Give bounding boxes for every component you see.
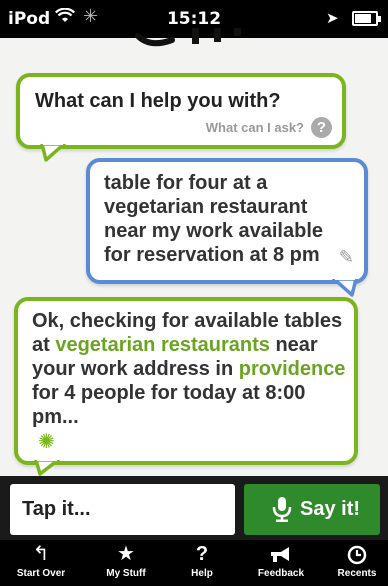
- star-icon: ★: [117, 543, 135, 565]
- highlight-location: providence: [238, 358, 346, 380]
- microphone-icon: [272, 497, 292, 522]
- tab-label: Recents: [337, 568, 377, 579]
- tab-recents[interactable]: Recents: [322, 540, 388, 586]
- user-query-bubble[interactable]: table for four at a vegetarian restauran…: [86, 158, 368, 284]
- tab-feedback[interactable]: Feedback: [246, 540, 316, 586]
- highlight-restaurant: vegetarian restaurants: [55, 334, 270, 356]
- input-bar: Tap it... Say it!: [0, 476, 388, 540]
- say-it-button[interactable]: Say it!: [244, 484, 380, 535]
- location-arrow-icon: ➤: [326, 9, 339, 27]
- assistant-reply-text: Ok, checking for available tables at veg…: [32, 310, 346, 428]
- start-over-icon: ↰: [32, 543, 50, 565]
- battery-icon: [352, 11, 381, 26]
- tab-my-stuff[interactable]: ★ My Stuff: [91, 540, 161, 586]
- megaphone-icon: [246, 542, 316, 566]
- bubble-tail-icon: [332, 279, 358, 297]
- clock-icon: [322, 542, 388, 566]
- tab-start-over[interactable]: ↰ Start Over: [6, 540, 76, 586]
- user-query-text: table for four at a vegetarian restauran…: [104, 172, 324, 266]
- tab-bar: ↰ Start Over ★ My Stuff ? Help Feedback …: [0, 540, 388, 586]
- loading-spinner-icon: ✺: [38, 431, 55, 453]
- siri-logo: [135, 28, 241, 47]
- tab-label: Start Over: [16, 568, 66, 579]
- edit-pencil-icon[interactable]: ✎: [339, 247, 354, 268]
- tab-label: Help: [191, 568, 213, 579]
- what-can-i-ask-link[interactable]: What can I ask?: [206, 120, 304, 135]
- tap-it-input[interactable]: Tap it...: [10, 484, 235, 535]
- say-it-label: Say it!: [300, 498, 361, 520]
- tab-help[interactable]: ? Help: [167, 540, 237, 586]
- help-circle-icon[interactable]: ?: [311, 117, 332, 138]
- assistant-prompt-text: What can I help you with?: [35, 90, 281, 112]
- question-icon: ?: [195, 543, 209, 565]
- assistant-reply-bubble: Ok, checking for available tables at veg…: [14, 297, 358, 465]
- assistant-prompt-bubble: What can I help you with? What can I ask…: [16, 73, 346, 149]
- bubble-tail-icon: [40, 144, 66, 162]
- bubble-tail-icon: [34, 460, 60, 476]
